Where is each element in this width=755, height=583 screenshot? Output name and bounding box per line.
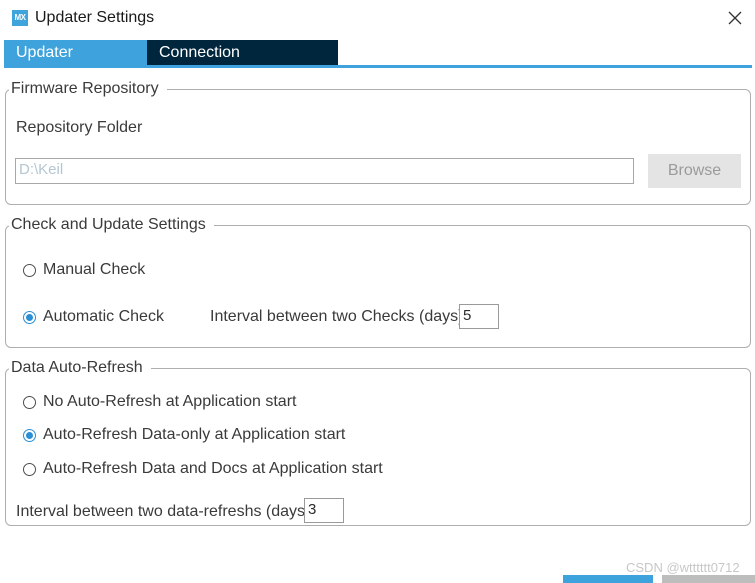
close-button[interactable] [721,4,749,32]
check-update-settings-group: Check and Update Settings [5,216,751,348]
check-interval-label: Interval between two Checks (days) [210,308,464,325]
radio-button-selected-icon[interactable] [23,428,36,442]
data-auto-refresh-legend: Data Auto-Refresh [11,359,143,376]
check-interval-input[interactable]: 5 [459,304,499,329]
firmware-repository-group: Firmware Repository [5,80,751,205]
repository-folder-label: Repository Folder [16,119,143,136]
auto-refresh-data-only-label: Auto-Refresh Data-only at Application st… [43,426,346,443]
stm32cubemx-logo-icon: MX [12,10,28,26]
close-icon [728,11,742,25]
manual-check-radio[interactable]: Manual Check [23,261,145,279]
radio-button-selected-icon[interactable] [23,310,36,324]
title-bar: MX Updater Settings [0,0,755,36]
radio-button-icon[interactable] [23,263,36,277]
radio-button-icon[interactable] [23,462,36,476]
no-auto-refresh-radio[interactable]: No Auto-Refresh at Application start [23,393,296,411]
tab-updater-settings[interactable]: Updater Settings [4,40,147,86]
refresh-interval-label: Interval between two data-refreshs (days… [16,503,311,520]
ok-button[interactable] [563,575,653,583]
no-auto-refresh-label: No Auto-Refresh at Application start [43,393,297,410]
auto-refresh-data-only-radio[interactable]: Auto-Refresh Data-only at Application st… [23,426,345,444]
tab-connection-parameters[interactable]: Connection Parameters [147,40,338,86]
cancel-button[interactable] [662,575,755,583]
browse-button[interactable]: Browse [648,154,741,188]
refresh-interval-input[interactable]: 3 [304,498,344,523]
manual-check-label: Manual Check [43,261,146,278]
watermark-text: CSDN @wtttttt0712 [626,560,740,575]
automatic-check-label: Automatic Check [43,308,164,325]
auto-refresh-data-docs-label: Auto-Refresh Data and Docs at Applicatio… [43,460,383,477]
window-title: Updater Settings [35,9,155,26]
automatic-check-radio[interactable]: Automatic Check [23,308,164,326]
tab-underline [4,65,752,68]
tab-bar: Updater Settings Connection Parameters [4,40,338,86]
firmware-repository-legend: Firmware Repository [11,80,159,97]
auto-refresh-data-docs-radio[interactable]: Auto-Refresh Data and Docs at Applicatio… [23,460,383,478]
radio-button-icon[interactable] [23,395,36,409]
check-update-legend: Check and Update Settings [11,216,206,233]
repository-folder-input[interactable]: D:\Keil [15,158,634,184]
